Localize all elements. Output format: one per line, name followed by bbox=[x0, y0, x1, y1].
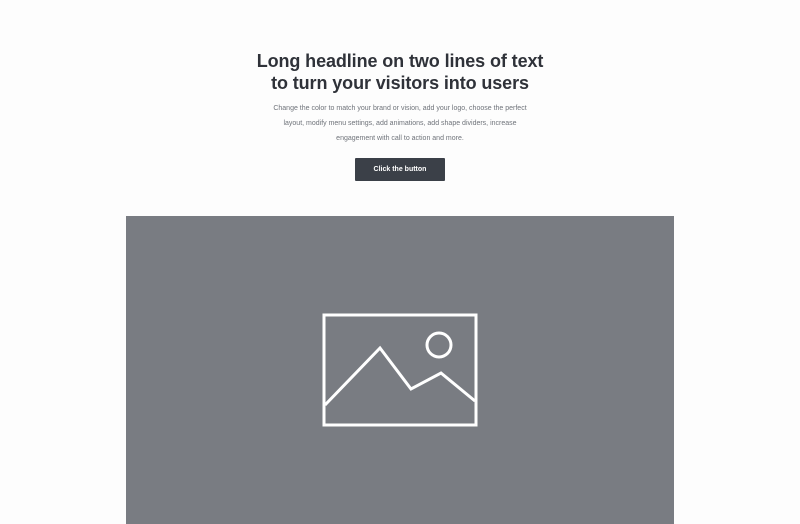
headline: Long headline on two lines of text to tu… bbox=[0, 50, 800, 94]
headline-line-1: Long headline on two lines of text bbox=[256, 51, 544, 71]
headline-line-2: to turn your visitors into users bbox=[271, 73, 529, 93]
hero-section: Long headline on two lines of text to tu… bbox=[0, 0, 800, 524]
image-placeholder-icon bbox=[322, 313, 478, 427]
subtitle: Change the color to match your brand or … bbox=[273, 105, 527, 142]
cta-button[interactable]: Click the button bbox=[355, 158, 445, 181]
media-placeholder bbox=[126, 216, 674, 524]
